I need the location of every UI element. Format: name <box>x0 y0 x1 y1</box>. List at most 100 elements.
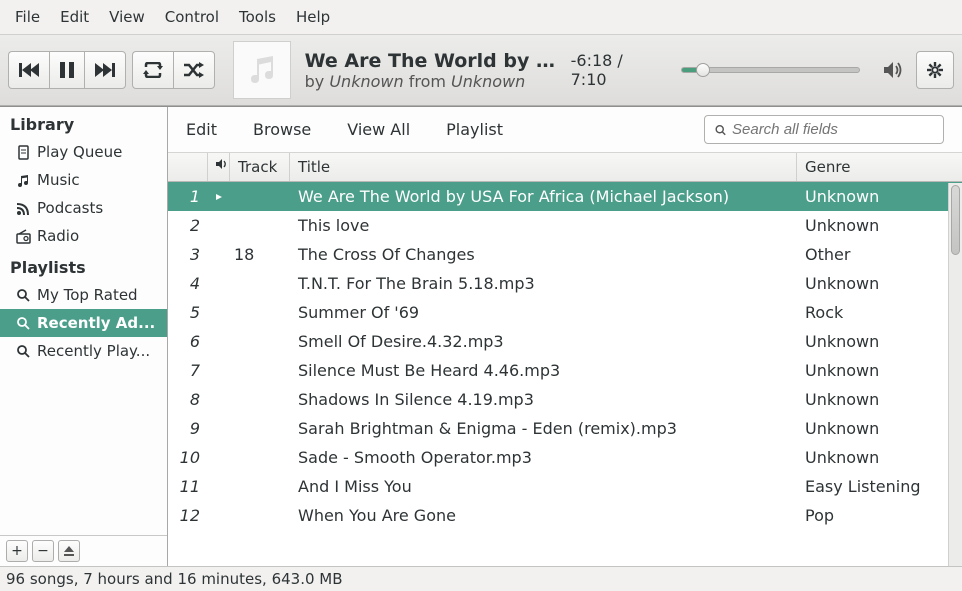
scrollbar-thumb[interactable] <box>951 185 960 255</box>
sidebar-item-label: Radio <box>37 227 79 245</box>
menu-file[interactable]: File <box>6 4 49 30</box>
cell-track <box>230 340 290 344</box>
volume-button[interactable] <box>878 61 910 79</box>
col-index[interactable] <box>168 153 208 181</box>
cell-track <box>230 427 290 431</box>
sidebar-item-label: Podcasts <box>37 199 103 217</box>
col-genre[interactable]: Genre <box>797 153 962 181</box>
library-header: Library <box>0 107 167 138</box>
menu-control[interactable]: Control <box>156 4 228 30</box>
cell-playing-icon <box>208 369 230 373</box>
doc-icon <box>16 145 31 160</box>
sidebar-item-music[interactable]: Music <box>0 166 167 194</box>
table-row[interactable]: 1 We Are The World by USA For Africa (Mic… <box>168 182 962 211</box>
sidebar-item-label: Play Queue <box>37 143 122 161</box>
sidebar-item-label: Recently Ad... <box>37 314 155 332</box>
menu-view[interactable]: View <box>100 4 154 30</box>
search-box[interactable] <box>704 115 944 144</box>
cell-index: 1 <box>168 185 208 208</box>
sidebar-item-label: Music <box>37 171 80 189</box>
speaker-icon <box>884 61 904 79</box>
cell-track <box>230 311 290 315</box>
cell-index: 11 <box>168 475 208 498</box>
previous-button[interactable] <box>8 51 49 89</box>
table-row[interactable]: 9 Sarah Brightman & Enigma - Eden (remix)… <box>168 414 962 443</box>
gear-icon <box>927 60 943 80</box>
table-row[interactable]: 2This loveUnknown <box>168 211 962 240</box>
menu-edit[interactable]: Edit <box>51 4 98 30</box>
speaker-small-icon <box>216 158 228 170</box>
shuffle-button[interactable] <box>173 51 215 89</box>
repeat-icon <box>143 62 163 78</box>
repeat-button[interactable] <box>132 51 173 89</box>
search-input[interactable] <box>732 121 933 138</box>
table-row[interactable]: 8Shadows In Silence 4.19.mp3Unknown <box>168 385 962 414</box>
magnifier-icon <box>16 344 31 359</box>
cell-index: 5 <box>168 301 208 324</box>
add-playlist-button[interactable]: + <box>6 540 28 562</box>
content-toolbar: Edit Browse View All Playlist <box>168 107 962 153</box>
sidebar-item-label: My Top Rated <box>37 286 138 304</box>
table-row[interactable]: 6Smell Of Desire.4.32.mp3Unknown <box>168 327 962 356</box>
by-label: by <box>305 72 330 91</box>
cell-index: 4 <box>168 272 208 295</box>
cell-title: The Cross Of Changes <box>290 243 797 266</box>
cell-playing-icon <box>208 398 230 402</box>
eject-button[interactable] <box>58 540 80 562</box>
table-body: 1 We Are The World by USA For Africa (Mic… <box>168 182 962 530</box>
sidebar-playlist-0[interactable]: My Top Rated <box>0 281 167 309</box>
cell-title: And I Miss You <box>290 475 797 498</box>
pause-button[interactable] <box>49 51 84 89</box>
remove-playlist-button[interactable]: − <box>32 540 54 562</box>
table-row[interactable]: 11And I Miss YouEasy Listening <box>168 472 962 501</box>
main-area: Library Play Queue Music Podcasts Radio Pla… <box>0 106 962 566</box>
settings-button[interactable] <box>916 51 954 89</box>
table-row[interactable]: 4T.N.T. For The Brain 5.18.mp3Unknown <box>168 269 962 298</box>
cell-title: Sarah Brightman & Enigma - Eden (remix).… <box>290 417 797 440</box>
sidebar-item-radio[interactable]: Radio <box>0 222 167 250</box>
pause-icon <box>60 62 74 78</box>
next-button[interactable] <box>84 51 126 89</box>
menu-help[interactable]: Help <box>287 4 339 30</box>
col-track[interactable]: Track <box>230 153 290 181</box>
tab-edit[interactable]: Edit <box>186 120 217 139</box>
table-row[interactable]: 318The Cross Of ChangesOther <box>168 240 962 269</box>
table-row[interactable]: 10Sade - Smooth Operator.mp3Unknown <box>168 443 962 472</box>
tab-browse[interactable]: Browse <box>253 120 311 139</box>
cell-title: We Are The World by USA For Africa (Mich… <box>290 185 797 208</box>
cell-playing-icon <box>208 456 230 460</box>
menu-tools[interactable]: Tools <box>230 4 285 30</box>
progress-slider[interactable] <box>681 67 860 73</box>
track-table: Track Title Genre 1 We Are The World by U… <box>168 153 962 566</box>
cell-track <box>230 224 290 228</box>
cell-index: 9 <box>168 417 208 440</box>
sidebar-item-label: Recently Play... <box>37 342 150 360</box>
sidebar-playlist-2[interactable]: Recently Play... <box>0 337 167 365</box>
tab-playlist[interactable]: Playlist <box>446 120 503 139</box>
tab-view-all[interactable]: View All <box>347 120 410 139</box>
vertical-scrollbar[interactable] <box>948 183 962 566</box>
table-row[interactable]: 12When You Are GonePop <box>168 501 962 530</box>
cell-index: 10 <box>168 446 208 469</box>
table-row[interactable]: 7Silence Must Be Heard 4.46.mp3Unknown <box>168 356 962 385</box>
cell-genre: Unknown <box>797 388 962 411</box>
cell-playing-icon <box>208 190 230 204</box>
cell-playing-icon <box>208 311 230 315</box>
cell-genre: Unknown <box>797 359 962 382</box>
cell-genre: Rock <box>797 301 962 324</box>
play-mode-controls <box>132 51 215 89</box>
playlists-header: Playlists <box>0 250 167 281</box>
col-playing[interactable] <box>208 153 230 181</box>
music-note-icon <box>243 51 281 89</box>
cell-title: Summer Of '69 <box>290 301 797 324</box>
progress-thumb[interactable] <box>696 63 710 77</box>
cell-track <box>230 456 290 460</box>
sidebar-item-podcasts[interactable]: Podcasts <box>0 194 167 222</box>
col-title[interactable]: Title <box>290 153 797 181</box>
music-icon <box>16 173 31 188</box>
sidebar-item-play-queue[interactable]: Play Queue <box>0 138 167 166</box>
cell-title: Smell Of Desire.4.32.mp3 <box>290 330 797 353</box>
sidebar-playlist-1[interactable]: Recently Ad... <box>0 309 167 337</box>
cell-title: When You Are Gone <box>290 504 797 527</box>
table-row[interactable]: 5 Summer Of '69Rock <box>168 298 962 327</box>
